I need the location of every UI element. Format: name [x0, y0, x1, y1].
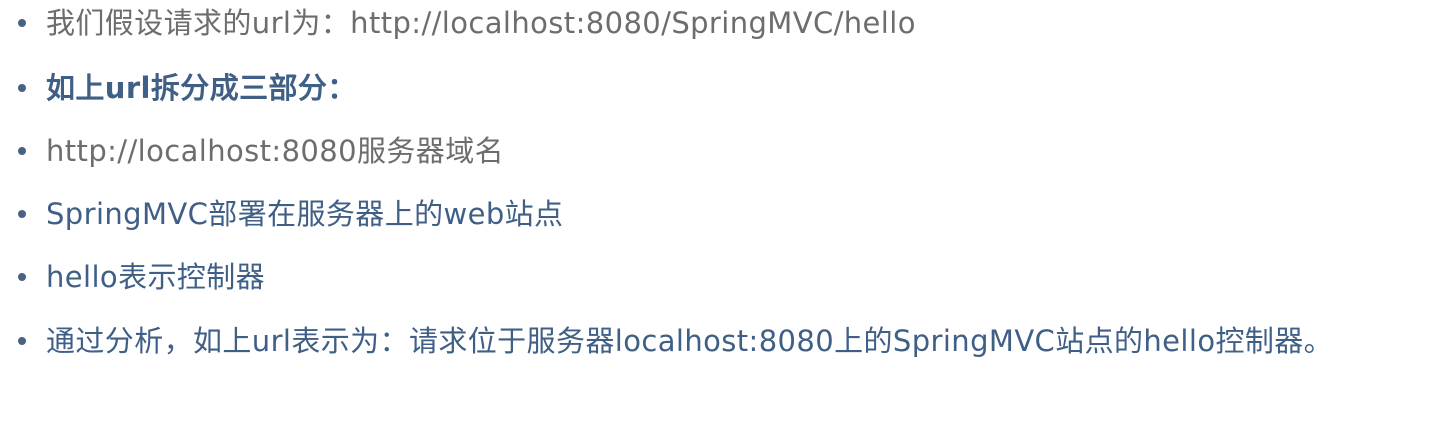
bullet-icon: [18, 210, 26, 218]
controller-text: hello表示控制器: [46, 260, 266, 294]
list-item-url-split-heading: 如上url拆分成三部分：: [18, 56, 1433, 120]
bullet-icon: [18, 19, 26, 27]
web-site-text: SpringMVC部署在服务器上的web站点: [46, 197, 564, 231]
analysis-text: 通过分析，如上url表示为：请求位于服务器localhost:8080上的Spr…: [46, 324, 1334, 358]
content-bullet-list: 我们假设请求的url为：http://localhost:8080/Spring…: [0, 0, 1438, 446]
bullet-icon: [18, 147, 26, 155]
list-item-web-site: SpringMVC部署在服务器上的web站点: [18, 182, 1433, 246]
list-item-server-domain: http://localhost:8080服务器域名: [18, 119, 1433, 183]
url-split-heading-text: 如上url拆分成三部分：: [46, 71, 357, 105]
bullet-icon: [18, 273, 26, 281]
bullet-icon: [18, 337, 26, 345]
list-item-controller: hello表示控制器: [18, 245, 1433, 309]
list-item-analysis: 通过分析，如上url表示为：请求位于服务器localhost:8080上的Spr…: [18, 309, 1433, 373]
bullet-icon: [18, 84, 26, 92]
server-domain-text: http://localhost:8080服务器域名: [46, 134, 504, 168]
request-url-text: 我们假设请求的url为：http://localhost:8080/Spring…: [46, 6, 916, 40]
list-item-request-url: 我们假设请求的url为：http://localhost:8080/Spring…: [18, 0, 1433, 55]
